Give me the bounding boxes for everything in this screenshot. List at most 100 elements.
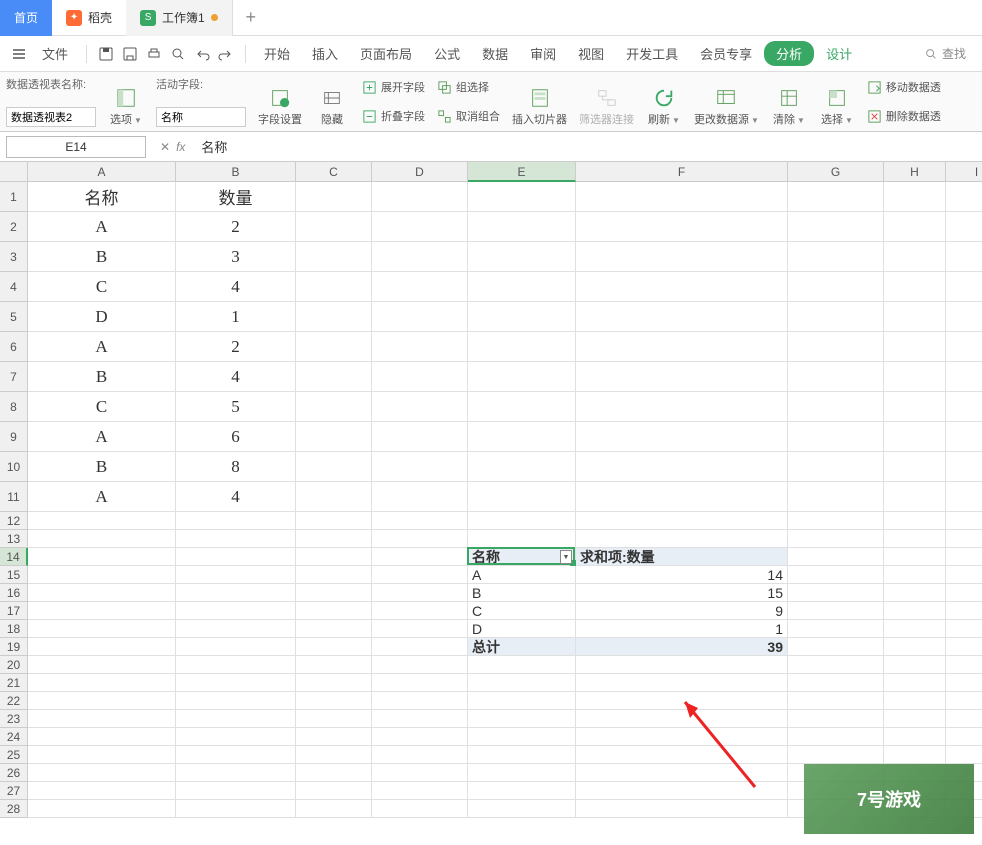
cell[interactable]: [576, 710, 788, 728]
cell[interactable]: [946, 362, 982, 392]
cell[interactable]: [946, 674, 982, 692]
cell[interactable]: [176, 620, 296, 638]
select-button[interactable]: 选择▼: [819, 76, 855, 127]
col-header-E[interactable]: E: [468, 162, 576, 182]
expand-field-button[interactable]: 展开字段: [362, 76, 425, 98]
cell[interactable]: [576, 800, 788, 818]
cell[interactable]: [946, 422, 982, 452]
cell[interactable]: [576, 530, 788, 548]
cell[interactable]: 2: [176, 212, 296, 242]
cell[interactable]: 4: [176, 272, 296, 302]
cell[interactable]: [946, 746, 982, 764]
cell[interactable]: [884, 362, 946, 392]
cell[interactable]: 3: [176, 242, 296, 272]
row-header-14[interactable]: 14: [0, 548, 28, 566]
cell[interactable]: [788, 674, 884, 692]
pivot-name-input[interactable]: [6, 107, 96, 127]
cell[interactable]: [372, 764, 468, 782]
cell[interactable]: [176, 710, 296, 728]
cell[interactable]: [788, 212, 884, 242]
cell[interactable]: [296, 656, 372, 674]
cell[interactable]: B: [28, 362, 176, 392]
cell[interactable]: [28, 530, 176, 548]
cell[interactable]: [788, 302, 884, 332]
cell[interactable]: [176, 692, 296, 710]
cell[interactable]: [468, 530, 576, 548]
refresh-button[interactable]: 刷新▼: [646, 76, 682, 127]
cell[interactable]: C: [28, 392, 176, 422]
cell[interactable]: C: [468, 602, 576, 620]
cell[interactable]: [372, 656, 468, 674]
cell[interactable]: [28, 710, 176, 728]
cell[interactable]: [176, 674, 296, 692]
cell[interactable]: [468, 272, 576, 302]
cell[interactable]: 名称: [28, 182, 176, 212]
cell[interactable]: [946, 482, 982, 512]
cell[interactable]: [884, 530, 946, 548]
cell[interactable]: [296, 242, 372, 272]
cell[interactable]: [946, 242, 982, 272]
cell[interactable]: [946, 272, 982, 302]
change-source-button[interactable]: 更改数据源▼: [694, 76, 759, 127]
cell[interactable]: [296, 422, 372, 452]
cell[interactable]: [884, 656, 946, 674]
cell[interactable]: [296, 746, 372, 764]
cell[interactable]: [946, 566, 982, 584]
cell[interactable]: [468, 182, 576, 212]
cell[interactable]: [28, 638, 176, 656]
menu-design[interactable]: 设计: [816, 38, 862, 69]
cell[interactable]: 数量: [176, 182, 296, 212]
cell[interactable]: [946, 512, 982, 530]
cell[interactable]: [296, 674, 372, 692]
cell[interactable]: 1: [176, 302, 296, 332]
cell[interactable]: D: [468, 620, 576, 638]
cell[interactable]: [372, 692, 468, 710]
cell[interactable]: [576, 764, 788, 782]
print-icon[interactable]: [143, 43, 165, 65]
row-header-4[interactable]: 4: [0, 272, 28, 302]
cell[interactable]: [296, 548, 372, 566]
sheet-area[interactable]: ABCDEFGHI 123456789101112131415161718192…: [0, 162, 982, 842]
cell[interactable]: D: [28, 302, 176, 332]
row-header-1[interactable]: 1: [0, 182, 28, 212]
field-settings-button[interactable]: 字段设置: [258, 76, 302, 127]
cell[interactable]: [296, 692, 372, 710]
row-header-25[interactable]: 25: [0, 746, 28, 764]
row-header-3[interactable]: 3: [0, 242, 28, 272]
cell[interactable]: 9: [576, 602, 788, 620]
ungroup-button[interactable]: 取消组合: [437, 105, 500, 127]
row-header-28[interactable]: 28: [0, 800, 28, 818]
cell[interactable]: [28, 602, 176, 620]
cell[interactable]: A: [468, 566, 576, 584]
cell[interactable]: [372, 746, 468, 764]
row-header-22[interactable]: 22: [0, 692, 28, 710]
cell[interactable]: [176, 782, 296, 800]
cell[interactable]: 14: [576, 566, 788, 584]
cell[interactable]: [576, 656, 788, 674]
cell[interactable]: [176, 764, 296, 782]
cell[interactable]: [946, 602, 982, 620]
menu-dev[interactable]: 开发工具: [616, 38, 688, 69]
cell[interactable]: [296, 782, 372, 800]
cell[interactable]: [576, 302, 788, 332]
cell[interactable]: 15: [576, 584, 788, 602]
cell[interactable]: [468, 332, 576, 362]
row-header-23[interactable]: 23: [0, 710, 28, 728]
cell[interactable]: [28, 692, 176, 710]
cell[interactable]: 8: [176, 452, 296, 482]
cell[interactable]: [296, 512, 372, 530]
cell[interactable]: [296, 332, 372, 362]
hide-button[interactable]: 隐藏: [314, 76, 350, 127]
row-header-6[interactable]: 6: [0, 332, 28, 362]
cell[interactable]: [28, 800, 176, 818]
cell[interactable]: [372, 584, 468, 602]
cell[interactable]: [576, 392, 788, 422]
cell[interactable]: [372, 242, 468, 272]
cell[interactable]: C: [28, 272, 176, 302]
cell[interactable]: [884, 452, 946, 482]
cell[interactable]: [788, 584, 884, 602]
menu-start[interactable]: 开始: [254, 38, 300, 69]
cell[interactable]: [884, 482, 946, 512]
cell[interactable]: [788, 638, 884, 656]
row-header-10[interactable]: 10: [0, 452, 28, 482]
